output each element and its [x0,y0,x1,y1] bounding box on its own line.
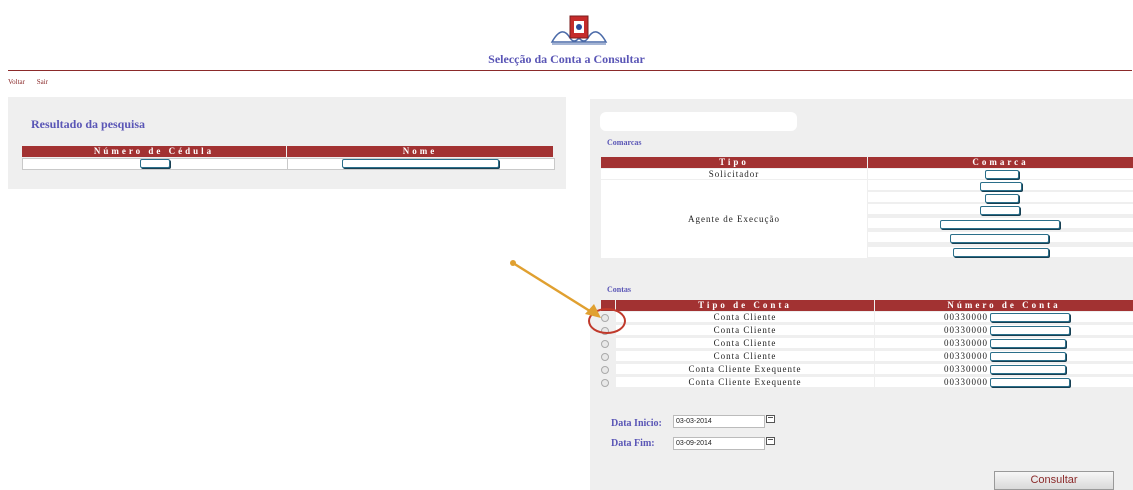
redacted-comarca [985,194,1019,203]
redacted-account-number [990,352,1066,361]
title-divider [8,70,1132,71]
data-fim-label: Data Fim: [611,438,655,449]
voltar-link[interactable]: Voltar [8,78,25,86]
calendar-icon[interactable] [766,415,775,423]
annotation-arrow-icon [510,260,601,318]
account-type-cell: Conta Cliente [616,351,874,361]
column-header-numero-conta: Número de Conta [875,300,1133,311]
top-field[interactable] [600,112,797,131]
sair-link[interactable]: Sair [37,78,48,86]
account-radio[interactable] [601,340,609,348]
redacted-account-number [990,313,1070,322]
tipo-solicitador: Solicitador [601,169,867,179]
search-results-title: Resultado da pesquisa [31,117,146,131]
data-fim-input[interactable]: 03-09-2014 [673,437,765,450]
redacted-comarca [980,206,1020,215]
account-type-cell: Conta Cliente [616,325,874,335]
data-inicio-input[interactable]: 03-03-2014 [673,415,765,428]
redacted-account-number [990,326,1070,335]
tipo-agente-execucao: Agente de Execução [601,180,867,258]
page-title: Selecção da Conta a Consultar [488,52,645,66]
redacted-comarca [980,182,1022,191]
account-type-cell: Conta Cliente Exequente [616,377,874,387]
comarcas-section-label: Comarcas [607,138,642,147]
search-results-panel [8,97,566,189]
account-type-cell: Conta Cliente [616,312,874,322]
column-header-cedula: Número de Cédula [22,146,286,157]
redacted-account-number [990,365,1066,374]
redacted-account-number [990,339,1066,348]
column-header-tipo: Tipo [601,157,867,168]
redacted-nome [342,159,499,168]
account-radio[interactable] [601,353,609,361]
redacted-comarca [953,248,1049,257]
consultar-button[interactable]: Consultar [994,471,1114,490]
redacted-cedula [140,159,170,168]
coat-of-arms-logo [548,12,610,48]
column-header-tipo-conta: Tipo de Conta [616,300,874,311]
redacted-account-number [990,378,1070,387]
account-type-cell: Conta Cliente Exequente [616,364,874,374]
nav-links: Voltar Sair [8,78,58,86]
data-inicio-label: Data Inicio: [611,418,662,429]
redacted-comarca [940,220,1060,229]
account-radio[interactable] [601,379,609,387]
account-radio[interactable] [601,366,609,374]
account-type-cell: Conta Cliente [616,338,874,348]
column-header-nome: Nome [287,146,553,157]
column-header-comarca: Comarca [868,157,1133,168]
calendar-icon[interactable] [766,437,775,445]
redacted-comarca [985,170,1019,179]
redacted-comarca [950,234,1049,243]
